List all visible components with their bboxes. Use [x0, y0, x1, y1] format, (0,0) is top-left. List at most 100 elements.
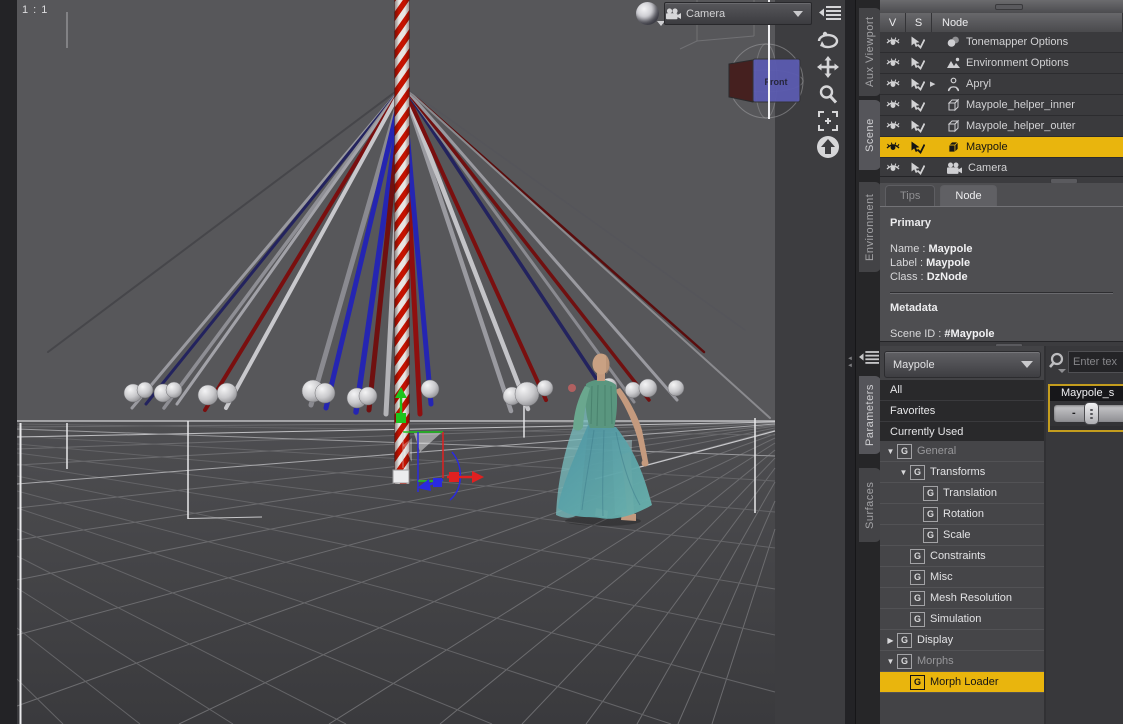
search-icon[interactable] [1049, 352, 1068, 373]
scene-pane-header[interactable] [880, 0, 1123, 14]
camera-icon [666, 7, 681, 19]
cube-icon [946, 119, 961, 133]
param-group-label: Translation [943, 487, 998, 499]
scene-node-row[interactable]: Maypole_helper_outer [880, 116, 1123, 137]
environment-icon [946, 56, 961, 70]
scene-id-value: #Maypole [944, 328, 995, 340]
chevron-down-icon [793, 10, 803, 17]
selectable-cursor-icon[interactable] [905, 57, 930, 70]
parameters-value-column: Maypole_s - [1046, 346, 1123, 724]
viewport-canvas[interactable]: Front [0, 0, 855, 724]
param-group-transforms[interactable]: ▼ G Transforms [880, 462, 1044, 483]
view-cube-front-face[interactable]: Front [765, 77, 788, 87]
visibility-eye-icon[interactable] [880, 141, 905, 153]
visibility-eye-icon[interactable] [880, 78, 905, 90]
param-group-rotation[interactable]: G Rotation [880, 504, 1044, 525]
param-group-mesh-resolution[interactable]: G Mesh Resolution [880, 588, 1044, 609]
column-selectability[interactable]: S [906, 13, 932, 32]
parameters-pane-menu-icon[interactable] [857, 348, 881, 366]
param-group-translation[interactable]: G Translation [880, 483, 1044, 504]
param-group-morphs[interactable]: ▼ G Morphs [880, 651, 1044, 672]
camera-icon [946, 162, 963, 175]
figure-icon [946, 77, 961, 92]
right-dock-panels: V S Node Tonemapper Options Environment O… [880, 0, 1123, 724]
visibility-eye-icon[interactable] [880, 120, 905, 132]
group-icon: G [910, 548, 925, 564]
group-icon: G [897, 653, 912, 669]
scene-node-row[interactable]: Maypole [880, 137, 1123, 158]
search-row [1049, 352, 1068, 373]
scene-node-row[interactable]: Maypole_helper_inner [880, 95, 1123, 116]
expander-icon[interactable]: ▼ [884, 657, 897, 666]
filter-favorites[interactable]: Favorites [880, 401, 1044, 422]
scene-node-label: Camera [968, 162, 1008, 174]
expander-icon[interactable]: ▼ [897, 468, 910, 477]
group-icon: G [897, 443, 912, 459]
param-group-label: Morph Loader [930, 676, 999, 688]
group-icon: G [910, 611, 925, 627]
column-node[interactable]: Node [932, 13, 1123, 32]
filter-all[interactable]: All [880, 380, 1044, 401]
divider [890, 292, 1113, 294]
orbit-tool-icon[interactable] [812, 28, 844, 52]
scene-node-label: Tonemapper Options [966, 36, 1069, 48]
param-group-scale[interactable]: G Scale [880, 525, 1044, 546]
node-fields: Name : Maypole Label : Maypole Class : DzN… [890, 243, 1113, 283]
scene-node-row[interactable]: Tonemapper Options [880, 32, 1123, 53]
viewport-3d[interactable]: Front 1 : 1 Camera [0, 0, 855, 724]
filter-currently-used[interactable]: Currently Used [880, 422, 1044, 443]
expander-icon[interactable]: ▼ [884, 447, 897, 456]
param-group-simulation[interactable]: G Simulation [880, 609, 1044, 630]
scene-node-row[interactable]: ▶ Apryl [880, 74, 1123, 95]
visibility-eye-icon[interactable] [880, 36, 905, 48]
param-group-display[interactable]: ▶ G Display [880, 630, 1044, 651]
param-group-label: General [917, 445, 957, 457]
selectable-cursor-icon[interactable] [905, 120, 930, 133]
viewport-pane-menu-icon[interactable] [818, 3, 842, 21]
parameter-search-input[interactable] [1068, 351, 1123, 373]
scene-node-label: Apryl [966, 78, 992, 90]
param-group-constraints[interactable]: G Constraints [880, 546, 1044, 567]
viewport-left-margin [0, 0, 17, 724]
visibility-eye-icon[interactable] [880, 99, 905, 111]
param-group-morph-loader[interactable]: G Morph Loader [880, 672, 1044, 693]
param-group-general[interactable]: ▼ G General [880, 441, 1044, 462]
node-panel-tab-tips[interactable]: Tips [885, 185, 936, 206]
tab-aux-viewport[interactable]: Aux Viewport [859, 8, 881, 96]
parameters-node-selector[interactable]: Maypole [884, 351, 1041, 378]
pan-tool-icon[interactable] [812, 55, 844, 79]
draw-style-sphere-icon[interactable] [636, 2, 659, 25]
selectable-cursor-icon[interactable] [905, 99, 930, 112]
tab-scene[interactable]: Scene [859, 100, 881, 170]
expander-icon[interactable]: ▶ [930, 80, 940, 88]
slider-decrement[interactable]: - [1072, 405, 1076, 422]
node-panel-tab-node[interactable]: Node [940, 185, 997, 206]
visibility-eye-icon[interactable] [880, 162, 905, 174]
param-group-label: Transforms [930, 466, 986, 478]
tab-surfaces[interactable]: Surfaces [859, 468, 881, 542]
morph-parameter-card[interactable]: Maypole_s - [1048, 384, 1123, 432]
dock-collapse-icon[interactable]: ◄ ◄ [847, 356, 853, 370]
zoom-tool-icon[interactable] [812, 82, 844, 106]
tab-environment[interactable]: Environment [859, 182, 881, 272]
parameter-slider[interactable]: - [1050, 401, 1123, 426]
selectable-cursor-icon[interactable] [905, 78, 930, 91]
camera-selector[interactable]: Camera [664, 2, 812, 25]
param-group-misc[interactable]: G Misc [880, 567, 1044, 588]
scene-id-label: Scene ID : [890, 328, 942, 340]
visibility-eye-icon[interactable] [880, 57, 905, 69]
cube-solid-icon [946, 140, 961, 154]
node-selector-label: Maypole [893, 358, 935, 371]
tab-parameters[interactable]: Parameters [859, 376, 881, 454]
home-view-icon[interactable] [812, 135, 844, 159]
group-icon: G [910, 590, 925, 606]
selectable-cursor-icon[interactable] [905, 141, 930, 154]
scene-node-row[interactable]: Environment Options [880, 53, 1123, 74]
frame-tool-icon[interactable] [812, 109, 844, 133]
expander-icon[interactable]: ▶ [884, 636, 897, 645]
column-visibility[interactable]: V [880, 13, 906, 32]
slider-handle[interactable] [1084, 402, 1099, 425]
selectable-cursor-icon[interactable] [905, 162, 930, 175]
parameters-panel: Maypole All Favorites Currently Used ▼ G Gen… [880, 346, 1123, 724]
selectable-cursor-icon[interactable] [905, 36, 930, 49]
